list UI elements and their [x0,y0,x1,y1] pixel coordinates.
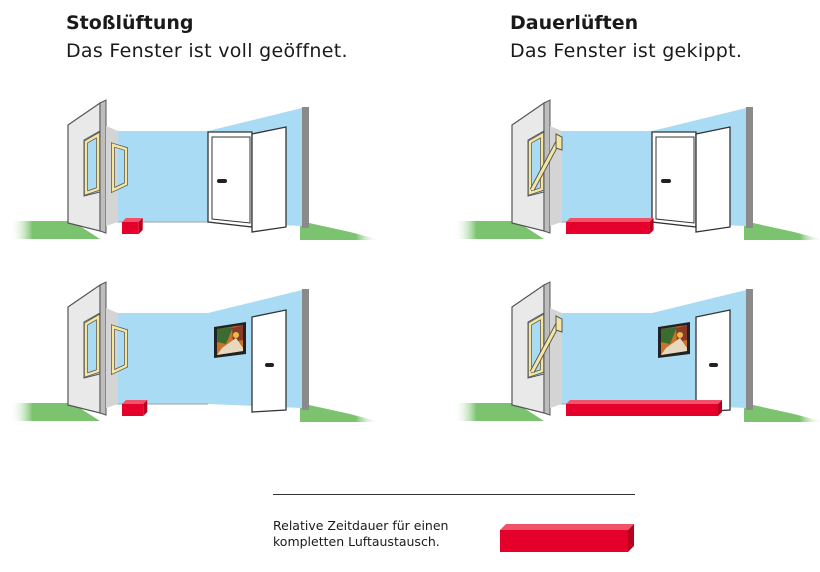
door-handle [661,179,671,183]
scene-2 [454,99,820,240]
window-wall-edge [99,99,107,234]
scene-4 [454,281,820,422]
door-handle [217,179,227,183]
legend-bar [500,524,634,552]
duration-bar [566,400,722,416]
legend-bar-front [500,530,628,552]
legend-divider [273,494,635,495]
duration-bar-top [122,400,148,404]
door-leaf [251,126,287,233]
right-wall-edge [746,289,753,410]
floor-right [300,403,380,422]
back-wall [115,131,208,222]
duration-bar-top [566,218,654,222]
scene-1 [10,99,380,240]
legend-line-1: Relative Zeitdauer für einen [273,518,449,533]
back-wall [559,131,652,222]
back-wall [559,313,652,404]
legend-bar-top [500,524,634,530]
legend-text: Relative Zeitdauer für einen kompletten … [273,518,498,550]
duration-bar [566,218,654,234]
door-closed [251,309,287,413]
scene-3 [10,281,380,422]
duration-bar-front [566,404,718,416]
floor-right [744,403,820,422]
door-leaf [695,126,731,233]
right-wall-edge [302,107,309,228]
door-handle [709,363,718,367]
legend-line-2: kompletten Luftaustausch. [273,534,440,549]
wall-picture [214,322,246,358]
tilted-sash-top [555,315,563,333]
duration-bar [122,218,143,234]
duration-bar-front [122,404,144,416]
duration-bar [122,400,148,416]
floor-right [744,221,820,240]
floor-right [300,221,380,240]
right-wall-edge [302,289,309,410]
door-handle [265,363,274,367]
wall-picture [658,322,690,358]
ventilation-diagram [10,99,820,552]
duration-bar-top [566,400,722,404]
door-closed [695,309,731,413]
duration-bar-front [122,222,139,234]
tilted-sash-top [555,133,563,151]
picture-accent [233,332,239,338]
duration-bar-front [566,222,650,234]
picture-accent [677,332,683,338]
window-wall-edge [99,281,107,416]
right-wall-edge [746,107,753,228]
back-wall [115,313,208,404]
